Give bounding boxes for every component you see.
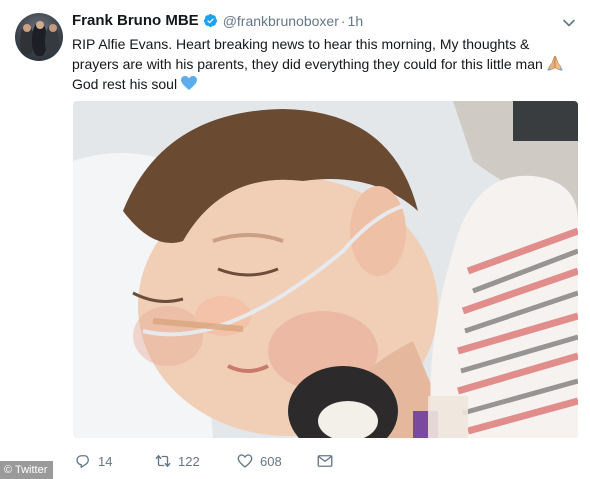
separator-dot: · xyxy=(340,12,346,29)
photo-illustration xyxy=(73,101,578,438)
chevron-down-icon[interactable] xyxy=(562,16,576,30)
tweet-text-line: God rest his soul xyxy=(72,74,577,94)
reply-count: 14 xyxy=(98,453,113,469)
envelope-icon xyxy=(317,455,333,467)
like-button[interactable]: 608 xyxy=(236,452,316,470)
tweet-text-line: prayers are with his parents, they did e… xyxy=(72,54,577,74)
tweet-actions: 14 122 608 xyxy=(74,452,340,470)
tweet-header: Frank Bruno MBE @frankbrunoboxer · 1h xyxy=(72,12,363,29)
retweet-button[interactable]: 122 xyxy=(154,452,236,470)
tweet-text-line: RIP Alfie Evans. Heart breaking news to … xyxy=(72,36,530,52)
tweet-text: RIP Alfie Evans. Heart breaking news to … xyxy=(72,34,577,94)
reply-icon xyxy=(76,455,89,469)
reply-button[interactable]: 14 xyxy=(74,452,154,470)
blue-heart-emoji-icon xyxy=(181,76,198,90)
retweet-icon xyxy=(155,455,171,467)
avatar[interactable] xyxy=(15,13,63,61)
retweet-count: 122 xyxy=(178,453,200,469)
author-handle[interactable]: @frankbrunoboxer xyxy=(223,13,339,29)
tweet-photo[interactable] xyxy=(73,101,578,438)
verified-badge-icon xyxy=(203,13,217,28)
author-name[interactable]: Frank Bruno MBE xyxy=(72,12,199,29)
like-count: 608 xyxy=(260,453,282,469)
heart-icon xyxy=(237,454,253,468)
direct-message-button[interactable] xyxy=(316,452,340,470)
folded-hands-emoji-icon xyxy=(546,55,563,71)
timestamp[interactable]: 1h xyxy=(348,13,364,29)
watermark: © Twitter xyxy=(0,461,54,479)
